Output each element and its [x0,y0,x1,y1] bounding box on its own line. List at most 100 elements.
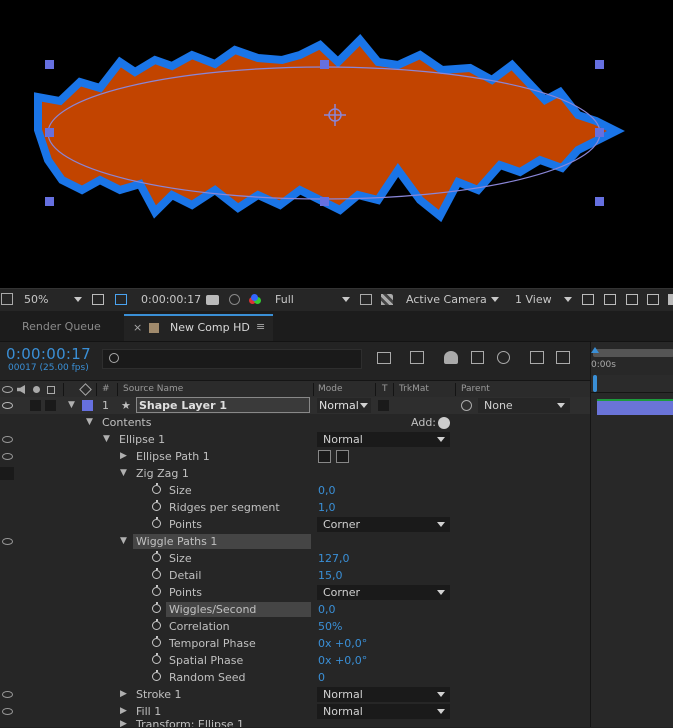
stopwatch-icon[interactable] [152,602,161,613]
work-area-bar[interactable] [593,349,673,357]
video-eye-icon[interactable] [2,386,13,393]
wiggles-per-second-value[interactable]: 0,0 [318,601,336,618]
motion-blur-icon[interactable] [497,351,510,364]
path-direction-reverse-icon[interactable] [336,450,349,463]
camera-view-dropdown[interactable]: Active Camera [406,289,502,311]
twirl-closed-icon[interactable]: ▶ [120,686,127,703]
spatial-phase-value[interactable]: 0x +0,0° [318,652,367,669]
row-selector[interactable] [0,467,14,480]
timeline-current-time[interactable]: 0:00:00:17 [6,345,91,363]
always-preview-icon[interactable] [1,293,13,305]
stopwatch-icon[interactable] [152,551,161,562]
stopwatch-icon[interactable] [152,653,161,664]
zigzag-ridges-row[interactable]: Ridges per segment 1,0 [0,499,590,517]
temporal-phase-row[interactable]: Temporal Phase 0x +0,0° [0,635,590,653]
twirl-open-icon[interactable]: ▼ [86,414,93,431]
column-parent[interactable]: Parent [461,381,490,398]
random-seed-value[interactable]: 0 [318,669,325,686]
wiggle-size-value[interactable]: 127,0 [318,550,350,567]
label-icon[interactable] [79,383,92,396]
wiggle-paths-row[interactable]: ▼ Wiggle Paths 1 [0,533,590,551]
layer-name-field[interactable]: Shape Layer 1 [136,397,310,413]
correlation-row[interactable]: Correlation 50% [0,618,590,636]
wiggle-points-row[interactable]: Points Corner [0,584,590,602]
add-button[interactable] [438,417,450,429]
twirl-open-icon[interactable]: ▼ [120,465,127,482]
stopwatch-icon[interactable] [152,568,161,579]
stopwatch-icon[interactable] [152,670,161,681]
tab-comp[interactable]: × New Comp HD ≡ [124,314,273,341]
frame-blending-icon[interactable] [471,351,484,364]
panel-menu-icon[interactable]: ≡ [256,320,265,333]
graph-editor-icon[interactable] [530,351,544,364]
tab-render-queue[interactable]: Render Queue [22,311,101,341]
stopwatch-icon[interactable] [152,500,161,511]
layer-row[interactable]: ▼ 1 ★ Shape Layer 1 Normal None [0,397,590,415]
video-eye-icon[interactable] [2,436,13,443]
column-mode[interactable]: Mode [318,381,343,398]
reset-exposure-icon[interactable] [668,294,673,305]
parent-dropdown[interactable]: None [478,398,570,413]
video-eye-icon[interactable] [2,691,13,698]
layer-mode-dropdown[interactable]: Normal [317,398,371,413]
grid-icon[interactable] [92,294,104,305]
ellipse-group-row[interactable]: ▼ Ellipse 1 Normal [0,431,590,449]
current-time[interactable]: 0:00:00:17 [141,289,201,311]
label-color-swatch[interactable] [82,400,93,411]
search-input[interactable] [102,349,362,369]
toggle-pixel-aspect-icon[interactable] [582,294,594,305]
twirl-closed-icon[interactable]: ▶ [120,703,127,720]
solo-checkbox[interactable] [30,400,41,411]
stopwatch-icon[interactable] [152,619,161,630]
stroke-row[interactable]: ▶ Stroke 1 Normal [0,686,590,704]
show-snapshot-icon[interactable] [229,294,240,305]
fast-previews-icon[interactable] [604,294,616,305]
color-channels-icon[interactable] [249,294,261,306]
path-direction-icon[interactable] [318,450,331,463]
wiggle-detail-row[interactable]: Detail 15,0 [0,567,590,585]
hide-shy-layers-icon[interactable] [444,351,458,364]
zigzag-row[interactable]: ▼ Zig Zag 1 [0,465,590,483]
twirl-open-icon[interactable]: ▼ [103,431,110,448]
zigzag-ridges-value[interactable]: 1,0 [318,499,336,516]
stopwatch-icon[interactable] [152,585,161,596]
solo-icon[interactable] [33,386,40,393]
zigzag-points-row[interactable]: Points Corner [0,516,590,534]
shape-canvas[interactable] [0,0,673,288]
wiggle-points-dropdown[interactable]: Corner [317,585,450,600]
time-ruler[interactable] [591,375,673,393]
column-t[interactable]: T [382,381,388,398]
current-time-indicator[interactable] [593,375,597,392]
camera-icon[interactable] [206,295,219,305]
region-of-interest-icon[interactable] [360,294,372,305]
stopwatch-icon[interactable] [152,517,161,528]
temporal-phase-value[interactable]: 0x +0,0° [318,635,367,652]
fill-row[interactable]: ▶ Fill 1 Normal [0,703,590,721]
timeline-graph-area[interactable]: 0:00s [590,342,673,727]
zigzag-points-dropdown[interactable]: Corner [317,517,450,532]
zoom-dropdown[interactable]: 50% [24,289,84,311]
video-eye-icon[interactable] [2,453,13,460]
comp-mini-flowchart-icon[interactable] [377,352,391,364]
transparency-grid-icon[interactable] [381,294,393,305]
wiggle-detail-value[interactable]: 15,0 [318,567,343,584]
brainstorm-icon[interactable] [556,351,570,364]
zigzag-size-value[interactable]: 0,0 [318,482,336,499]
view-layout-dropdown[interactable]: 1 View [515,289,575,311]
composition-viewer[interactable] [0,0,673,288]
resolution-dropdown[interactable]: Full [275,289,351,311]
stopwatch-icon[interactable] [152,483,161,494]
stroke-blend-mode-dropdown[interactable]: Normal [317,687,450,702]
stopwatch-icon[interactable] [152,636,161,647]
lock-icon[interactable] [47,386,55,394]
spatial-phase-row[interactable]: Spatial Phase 0x +0,0° [0,652,590,670]
flowchart-icon[interactable] [647,294,659,305]
zigzag-size-row[interactable]: Size 0,0 [0,482,590,500]
lock-checkbox[interactable] [45,400,56,411]
video-eye-icon[interactable] [2,402,13,409]
column-trkmat[interactable]: TrkMat [399,381,429,398]
twirl-closed-icon[interactable]: ▶ [120,448,127,465]
twirl-open-icon[interactable]: ▼ [68,397,75,414]
timeline-icon[interactable] [626,294,638,305]
close-icon[interactable]: × [133,321,142,334]
